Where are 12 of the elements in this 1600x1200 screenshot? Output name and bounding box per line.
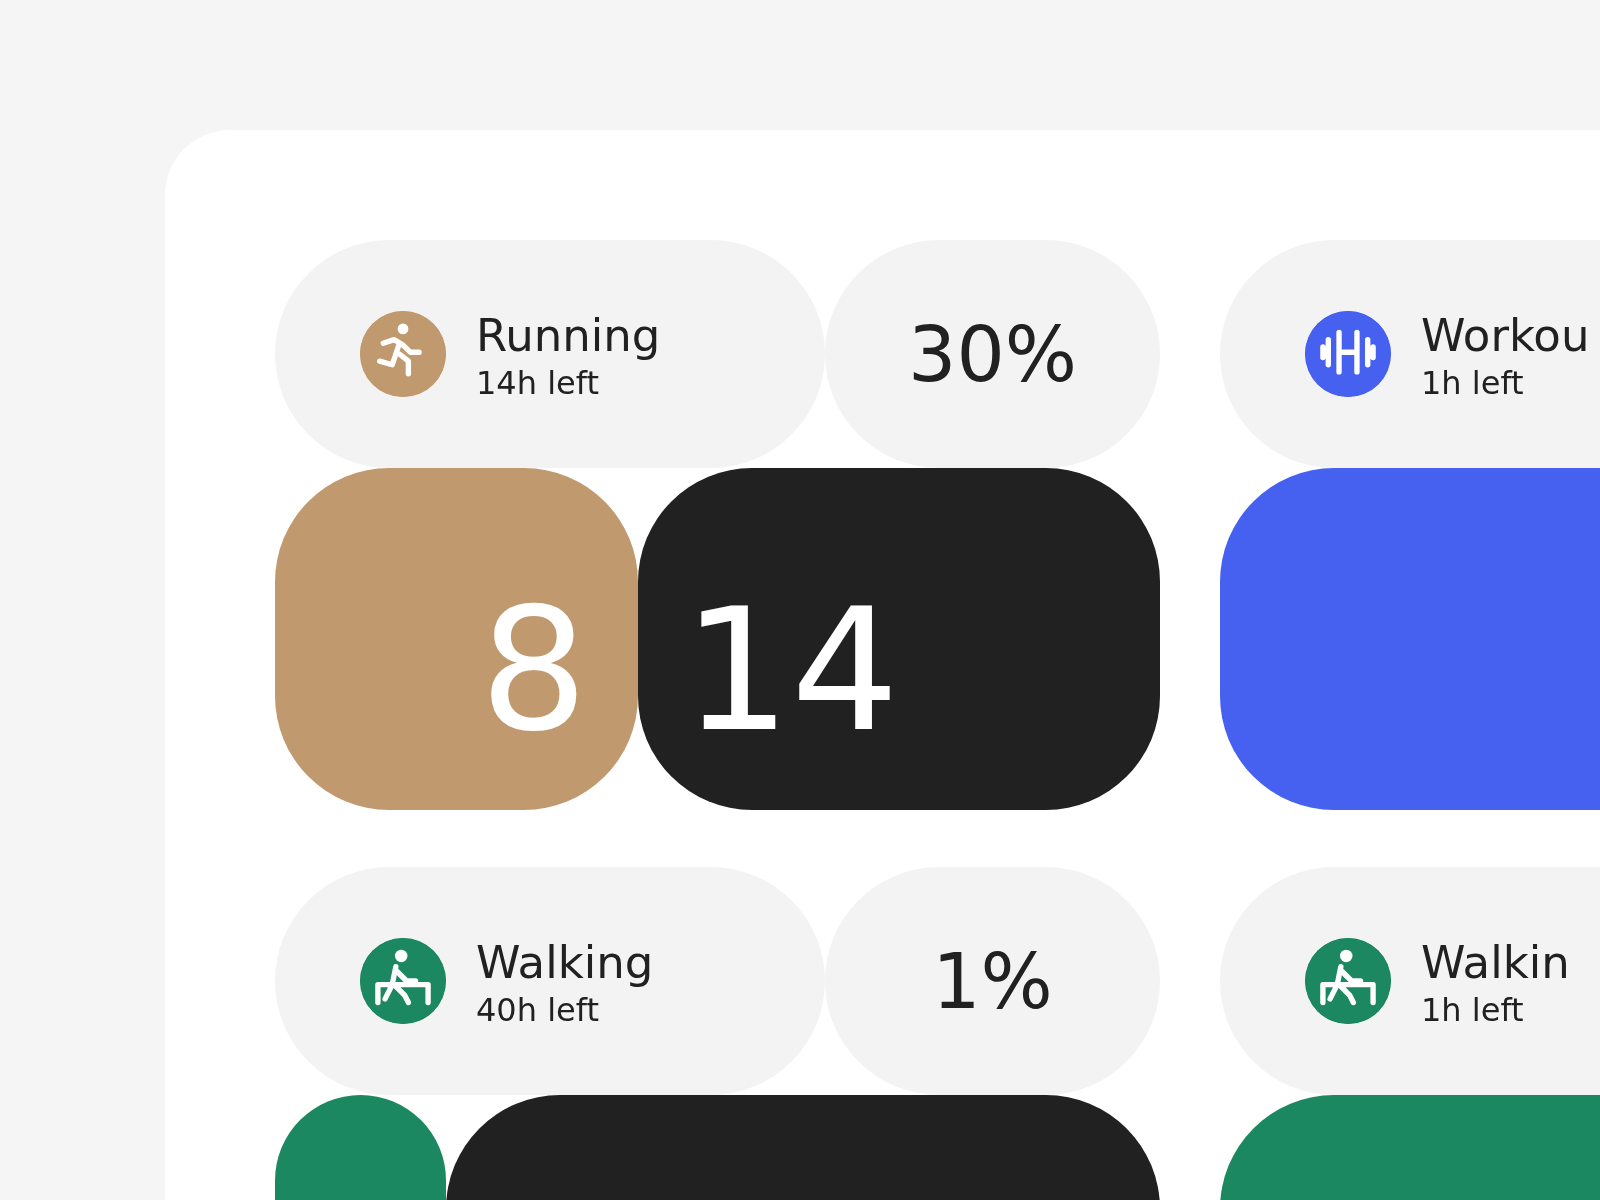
time-left: 1h left <box>1421 365 1525 401</box>
remaining-block: 14 <box>637 468 1160 810</box>
progress-fill: 8 <box>275 468 638 810</box>
activity-name: Workou <box>1421 308 1590 364</box>
percent-value: 30% <box>908 309 1077 399</box>
percent-value: 1% <box>932 936 1053 1026</box>
activity-name: Walking <box>476 935 654 991</box>
time-left: 1h left <box>1421 992 1525 1028</box>
time-left: 14h left <box>476 365 600 401</box>
activity-name: Running <box>476 308 661 364</box>
activity-name: Walkin <box>1421 935 1570 991</box>
time-left: 40h left <box>476 992 600 1028</box>
